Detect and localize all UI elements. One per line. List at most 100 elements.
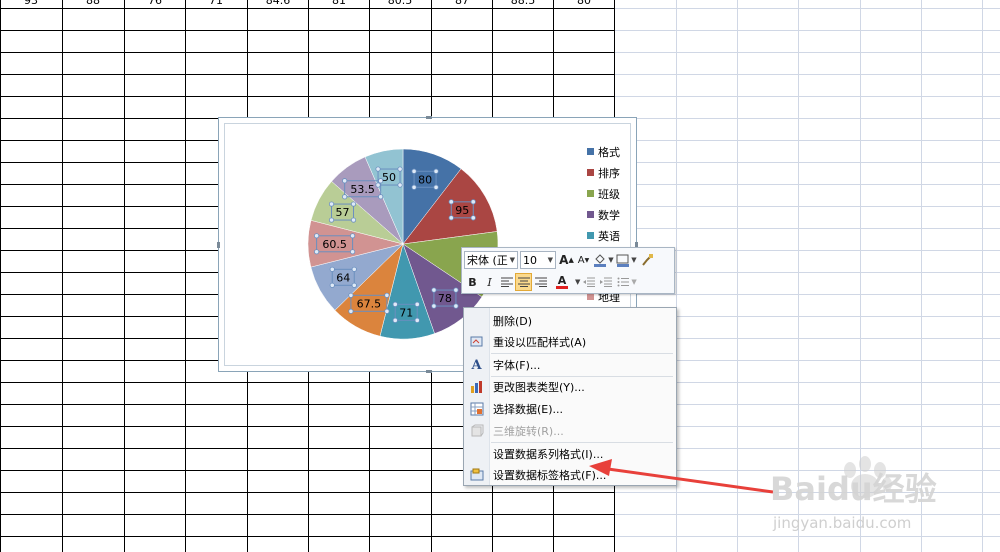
data-label-handle	[348, 292, 354, 298]
data-label-handle	[375, 166, 381, 172]
bold-button[interactable]: B	[464, 273, 481, 291]
legend-item[interactable]: 排序	[587, 162, 635, 183]
menu-item-font[interactable]: A 字体(F)...	[464, 354, 676, 376]
data-label-handle	[397, 182, 403, 188]
data-label-handle	[470, 199, 476, 205]
legend-label: 排序	[598, 166, 620, 180]
bullets-button[interactable]	[614, 273, 631, 291]
data-label-text: 60.5	[322, 238, 347, 251]
font-name-combo[interactable]: 宋体 (正 ▼	[464, 251, 518, 269]
data-label-text: 95	[455, 204, 469, 217]
data-label-handle	[314, 233, 320, 239]
data-label-text: 53.5	[350, 183, 375, 196]
data-label-handle	[411, 184, 417, 190]
chart-type-icon	[464, 376, 489, 398]
data-label-text: 64	[336, 271, 350, 284]
increase-indent-icon	[599, 277, 612, 287]
data-label-handle	[392, 317, 398, 323]
paint-bucket-icon	[594, 254, 607, 267]
data-label-handle	[329, 266, 335, 272]
data-label-handle	[448, 199, 454, 205]
mini-format-toolbar: 宋体 (正 ▼ 10 ▼ A ▲ A ▼ ▼ ▼ B I A ▼ ▼	[461, 247, 675, 294]
menu-item-label: 更改图表类型(Y)...	[493, 381, 585, 394]
data-label-handle	[431, 303, 437, 309]
menu-item-delete[interactable]: 删除(D)	[464, 310, 676, 332]
data-label-handle	[350, 249, 356, 255]
data-label-handle	[328, 217, 335, 223]
font-size-combo[interactable]: 10 ▼	[520, 251, 556, 269]
menu-item-format-series[interactable]: 设置数据系列格式(I)...	[464, 443, 676, 465]
data-label-handle	[350, 233, 356, 239]
legend-swatch	[587, 190, 594, 197]
data-label-handle	[433, 168, 439, 174]
italic-icon: I	[487, 275, 492, 289]
grow-font-icon: A	[559, 253, 569, 267]
data-label-handle	[348, 308, 354, 314]
font-size-value: 10	[523, 253, 537, 267]
data-label-handle	[470, 215, 476, 221]
data-label-handle	[397, 166, 403, 172]
select-data-icon	[464, 398, 489, 420]
legend-swatch	[587, 232, 594, 239]
data-label-text: 50	[382, 171, 396, 184]
watermark-url: jingyan.baidu.com	[772, 514, 911, 532]
data-label-handle	[342, 194, 348, 200]
watermark-brand: Baidu经验	[770, 470, 937, 508]
data-label-handle	[384, 308, 390, 314]
decrease-indent-icon	[582, 277, 595, 287]
brush-icon	[641, 254, 653, 266]
chevron-down-icon[interactable]: ▼	[548, 256, 553, 264]
data-label-text: 67.5	[357, 297, 382, 310]
grow-font-button[interactable]: A ▲	[558, 251, 575, 269]
increase-indent-button[interactable]	[597, 273, 614, 291]
data-label-handle	[384, 292, 390, 298]
legend-swatch	[587, 148, 594, 155]
menu-item-label: 设置数据系列格式(I)...	[493, 448, 604, 461]
chevron-down-icon[interactable]: ▼	[631, 256, 636, 264]
align-right-button[interactable]	[532, 273, 549, 291]
menu-item-label: 重设以匹配样式(A)	[493, 336, 587, 349]
bullet-list-icon	[617, 277, 629, 287]
data-label-handle	[350, 217, 357, 223]
legend-item[interactable]: 英语	[587, 225, 635, 246]
italic-button[interactable]: I	[481, 273, 498, 291]
chevron-down-icon[interactable]: ▼	[608, 256, 613, 264]
menu-item-label: 设置数据标签格式(F)...	[493, 469, 607, 482]
fill-color-button[interactable]: ▼	[592, 251, 614, 269]
legend-swatch	[587, 293, 594, 300]
data-label-text: 57	[336, 206, 350, 219]
data-label-handle	[431, 287, 437, 293]
menu-item-select-data[interactable]: 选择数据(E)...	[464, 398, 676, 420]
align-center-icon	[517, 277, 530, 287]
legend-item[interactable]: 格式	[587, 141, 635, 162]
font-color-icon: A	[557, 274, 567, 287]
data-label-handle	[414, 301, 420, 307]
chevron-down-icon[interactable]: ▼	[631, 278, 636, 286]
data-label-handle	[392, 301, 398, 307]
decrease-indent-button[interactable]	[580, 273, 597, 291]
menu-item-label: 三维旋转(R)...	[493, 425, 564, 438]
data-label-handle	[351, 282, 357, 288]
context-menu: 删除(D) 重设以匹配样式(A) A 字体(F)... 更改图表类型(Y)...…	[463, 307, 677, 486]
font-color-button[interactable]: A	[549, 273, 575, 291]
outline-color-button[interactable]: ▼	[614, 251, 638, 269]
menu-item-format-data-labels[interactable]: 设置数据标签格式(F)...	[464, 464, 676, 486]
chevron-down-icon[interactable]: ▼	[510, 256, 515, 264]
shrink-font-button[interactable]: A ▼	[575, 251, 592, 269]
align-left-button[interactable]	[498, 273, 515, 291]
menu-item-delete-icon-slot	[464, 310, 489, 332]
legend-item[interactable]: 数学	[587, 204, 635, 225]
legend-label: 班级	[598, 187, 620, 201]
menu-item-label: 字体(F)...	[493, 359, 541, 372]
menu-item-change-chart-type[interactable]: 更改图表类型(Y)...	[464, 376, 676, 398]
menu-item-3d-rotation[interactable]: 三维旋转(R)...	[464, 420, 676, 442]
data-label-handle	[342, 178, 348, 184]
legend-label: 英语	[598, 229, 620, 243]
menu-item-reset-style[interactable]: 重设以匹配样式(A)	[464, 331, 676, 353]
legend-label: 数学	[598, 208, 620, 222]
format-labels-icon	[464, 464, 489, 486]
format-painter-button[interactable]	[638, 251, 655, 269]
legend-item[interactable]: 班级	[587, 183, 635, 204]
align-center-button[interactable]	[515, 273, 532, 291]
data-label-handle	[453, 303, 459, 309]
